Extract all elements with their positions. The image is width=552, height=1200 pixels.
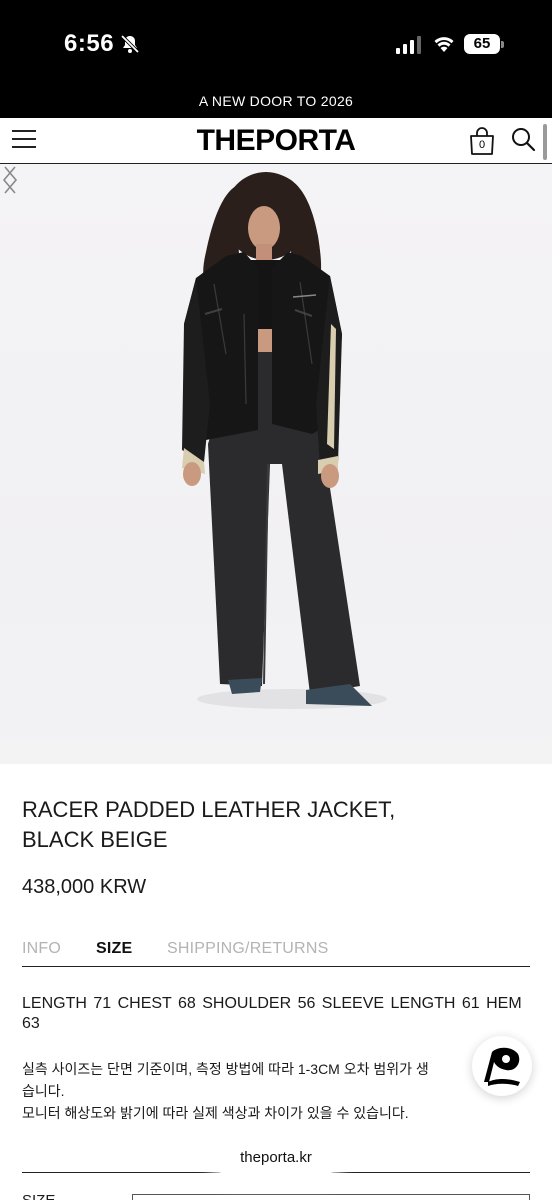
signal-icon: [396, 36, 421, 54]
status-time: 6:56: [64, 30, 115, 57]
tab-size[interactable]: SIZE: [96, 940, 132, 958]
browser-url-bar[interactable]: theporta.kr: [214, 1138, 338, 1178]
size-notes: 실측 사이즈는 단면 기준이며, 측정 방법에 따라 1-3CM 오차 범위가 …: [22, 1058, 477, 1124]
battery-icon: 65: [464, 34, 504, 54]
product-price: 438,000 KRW: [22, 876, 147, 898]
product-photo: [182, 172, 387, 709]
size-measurements: LENGTH 71 CHEST 68 SHOULDER 56 SLEEVE LE…: [22, 995, 522, 1032]
size-note-line-3: 모니터 해상도와 밝기에 따라 실제 색상과 차이가 있을 수 있습니다.: [22, 1105, 409, 1121]
product-title-line-1: RACER PADDED LEATHER JACKET,: [22, 797, 396, 822]
cart-count: 0: [478, 139, 486, 151]
wifi-icon: [434, 37, 454, 52]
site-header: THEPORTA 0: [0, 118, 552, 164]
size-option-label: SIZE: [22, 1192, 55, 1200]
tab-shipping-returns[interactable]: SHIPPING/RETURNS: [167, 940, 328, 958]
scrollbar[interactable]: [543, 124, 547, 160]
battery-level: 65: [464, 34, 500, 54]
size-select[interactable]: [132, 1194, 530, 1200]
app-badge[interactable]: [472, 1036, 532, 1096]
size-note-line-2: 습니다.: [22, 1083, 65, 1099]
product-detail-tabs: INFO SIZE SHIPPING/RETURNS: [22, 940, 530, 967]
product-title: RACER PADDED LEATHER JACKET, BLACK BEIGE: [22, 795, 502, 855]
status-bar: 6:56 65: [0, 0, 552, 88]
product-title-line-2: BLACK BEIGE: [22, 827, 168, 852]
search-icon[interactable]: [510, 126, 536, 152]
chevron-right-icon[interactable]: [0, 164, 20, 196]
bell-slash-icon: [120, 34, 140, 54]
size-note-line-1: 실측 사이즈는 단면 기준이며, 측정 방법에 따라 1-3CM 오차 범위가 …: [22, 1061, 429, 1077]
app-logo-icon: [484, 1047, 520, 1086]
tab-info[interactable]: INFO: [22, 940, 61, 958]
product-image-carousel[interactable]: [0, 164, 552, 764]
announcement-bar[interactable]: A NEW DOOR TO 2026: [0, 88, 552, 118]
